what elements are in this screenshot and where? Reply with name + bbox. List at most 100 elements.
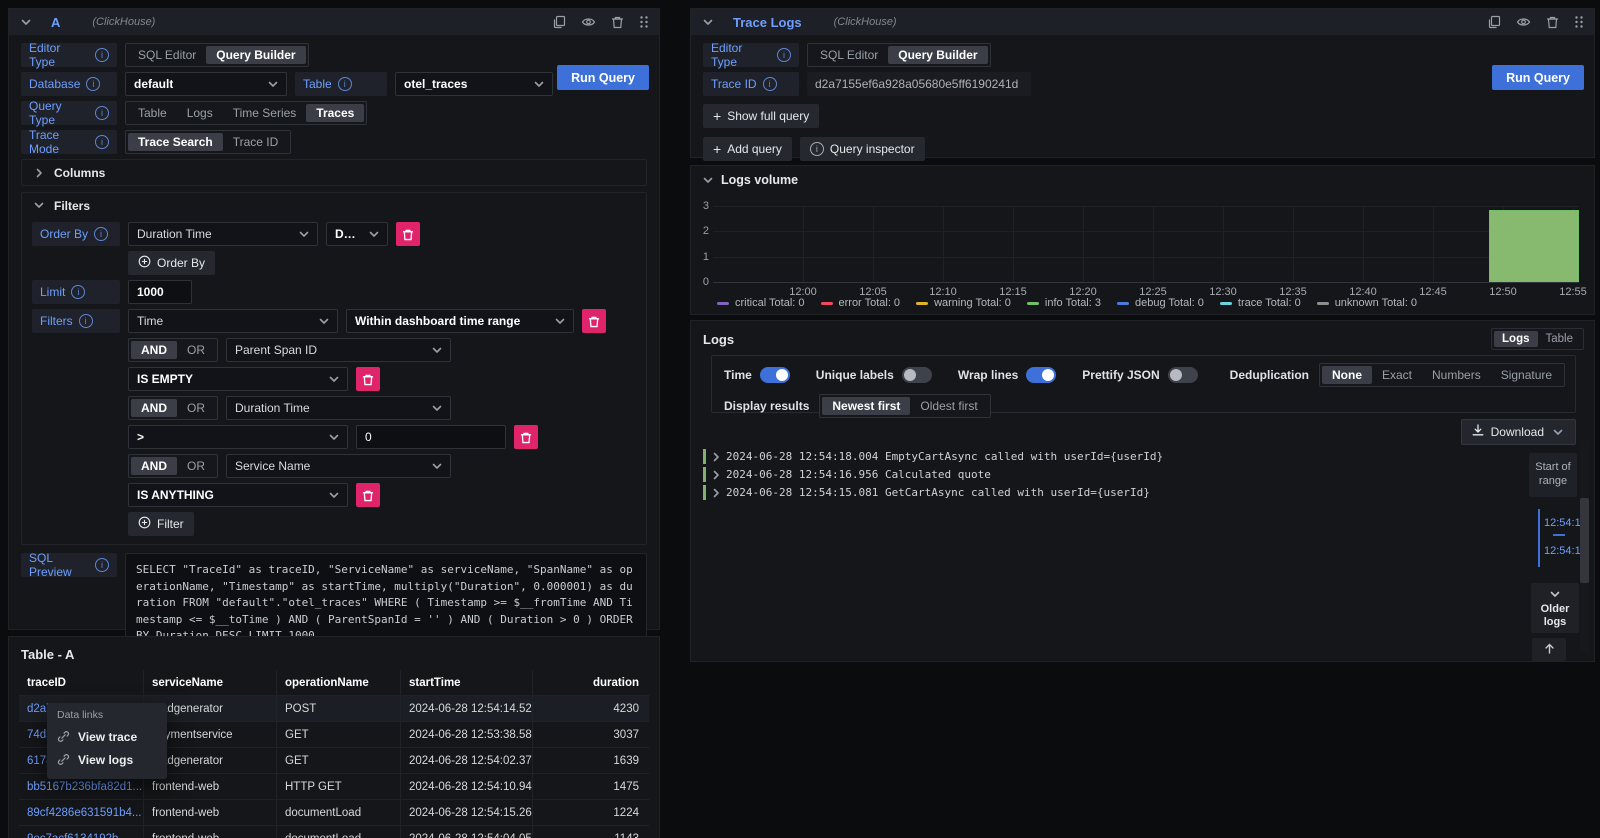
add-filter-button[interactable]: Filter <box>128 512 194 536</box>
option-query-builder[interactable]: Query Builder <box>888 46 987 64</box>
info-icon[interactable]: i <box>95 106 109 120</box>
option-table[interactable]: Table <box>128 104 177 122</box>
database-select[interactable]: default <box>125 72 287 96</box>
order-by-direction-select[interactable]: DESC <box>326 222 388 246</box>
remove-condition-button[interactable] <box>356 367 380 391</box>
option-oldest-first[interactable]: Oldest first <box>910 397 987 415</box>
remove-condition-button[interactable] <box>356 483 380 507</box>
toggle-switch[interactable] <box>902 367 932 383</box>
expand-log-icon[interactable] <box>713 470 720 480</box>
drag-handle-icon[interactable] <box>639 15 649 29</box>
dedup-exact[interactable]: Exact <box>1372 366 1422 384</box>
trace-id-link[interactable]: 89cf4286e631591b4... <box>19 800 144 825</box>
option-or[interactable]: OR <box>177 341 215 359</box>
option-traces[interactable]: Traces <box>306 104 364 122</box>
remove-condition-button[interactable] <box>514 425 538 449</box>
option-time-series[interactable]: Time Series <box>223 104 307 122</box>
info-icon[interactable]: i <box>94 227 108 241</box>
tab-logs[interactable]: Logs <box>1494 331 1537 347</box>
option-newest-first[interactable]: Newest first <box>822 397 910 415</box>
legend-item-error[interactable]: error Total: 0 <box>821 297 901 309</box>
filters-section-header[interactable]: Filters <box>22 193 646 218</box>
dedup-signature[interactable]: Signature <box>1491 366 1562 384</box>
toggle-switch[interactable] <box>1168 367 1198 383</box>
tab-table[interactable]: Table <box>1538 331 1582 347</box>
download-button[interactable]: Download <box>1461 419 1576 445</box>
filter-field-select[interactable]: Time <box>128 309 338 333</box>
info-icon[interactable]: i <box>777 48 791 62</box>
legend-item-unknown[interactable]: unknown Total: 0 <box>1317 297 1417 309</box>
log-line[interactable]: 2024-06-28 12:54:15.081 GetCartAsync cal… <box>703 485 1479 500</box>
log-line[interactable]: 2024-06-28 12:54:18.004 EmptyCartAsync c… <box>703 449 1479 464</box>
show-full-query-button[interactable]: + Show full query <box>703 104 819 128</box>
trace-id-value[interactable]: d2a7155ef6a928a05680e5ff6190241d <box>807 72 1031 96</box>
option-sql-editor[interactable]: SQL Editor <box>128 46 206 64</box>
hide-query-icon[interactable] <box>581 16 596 28</box>
column-header-serviceName[interactable]: serviceName <box>144 670 277 695</box>
run-query-button[interactable]: Run Query <box>557 65 649 90</box>
toggle-switch[interactable] <box>1026 367 1056 383</box>
column-header-traceID[interactable]: traceID <box>19 670 144 695</box>
delete-query-icon[interactable] <box>611 15 624 29</box>
info-icon[interactable]: i <box>86 77 100 91</box>
remove-filter-button[interactable] <box>582 309 606 333</box>
log-volume-bar-info[interactable] <box>1489 210 1579 282</box>
option-logs[interactable]: Logs <box>177 104 223 122</box>
info-icon[interactable]: i <box>95 48 109 62</box>
option-and[interactable]: AND <box>131 399 177 417</box>
expand-log-icon[interactable] <box>713 488 720 498</box>
condition-field-select[interactable]: Duration Time <box>226 396 451 420</box>
delete-query-icon[interactable] <box>1546 15 1559 29</box>
legend-item-warning[interactable]: warning Total: 0 <box>916 297 1011 309</box>
info-icon[interactable]: i <box>763 77 777 91</box>
info-icon[interactable]: i <box>338 77 352 91</box>
toggle-switch[interactable] <box>760 367 790 383</box>
condition-operator-select[interactable]: IS ANYTHING <box>128 483 348 507</box>
expand-log-icon[interactable] <box>713 452 720 462</box>
logs-scrollbar-thumb[interactable] <box>1580 498 1589 583</box>
column-header-operationName[interactable]: operationName <box>277 670 401 695</box>
condition-field-select[interactable]: Parent Span ID <box>226 338 451 362</box>
condition-operator-select[interactable]: IS EMPTY <box>128 367 348 391</box>
collapse-query-icon[interactable] <box>19 15 33 29</box>
view-trace-link[interactable]: View trace <box>57 725 157 748</box>
option-sql-editor[interactable]: SQL Editor <box>810 46 888 64</box>
column-header-duration[interactable]: duration <box>533 670 649 695</box>
legend-item-critical[interactable]: critical Total: 0 <box>717 297 805 309</box>
filter-operator-select[interactable]: Within dashboard time range <box>346 309 574 333</box>
remove-order-by-button[interactable] <box>396 222 420 246</box>
condition-operator-select[interactable]: > <box>128 425 348 449</box>
add-query-button[interactable]: + Add query <box>703 137 792 161</box>
duplicate-query-icon[interactable] <box>1487 15 1501 29</box>
add-order-by-button[interactable]: Order By <box>128 251 215 275</box>
legend-item-trace[interactable]: trace Total: 0 <box>1220 297 1301 309</box>
legend-item-info[interactable]: info Total: 3 <box>1027 297 1101 309</box>
condition-value-input[interactable]: 0 <box>356 425 506 449</box>
query-inspector-button[interactable]: i Query inspector <box>800 137 925 161</box>
scroll-to-top-button[interactable] <box>1532 638 1566 661</box>
trace-id-link[interactable]: 9ec7acf6134192b... <box>19 826 144 838</box>
limit-input[interactable]: 1000 <box>128 280 192 304</box>
option-or[interactable]: OR <box>177 457 215 475</box>
hide-query-icon[interactable] <box>1516 16 1531 28</box>
table-select[interactable]: otel_traces <box>395 72 553 96</box>
info-icon[interactable]: i <box>95 558 109 572</box>
legend-item-debug[interactable]: debug Total: 0 <box>1117 297 1204 309</box>
option-query-builder[interactable]: Query Builder <box>206 46 305 64</box>
run-query-button[interactable]: Run Query <box>1492 65 1584 90</box>
info-icon[interactable]: i <box>79 314 93 328</box>
option-trace-search[interactable]: Trace Search <box>128 133 223 151</box>
dedup-none[interactable]: None <box>1322 366 1372 384</box>
info-icon[interactable]: i <box>71 285 85 299</box>
duplicate-query-icon[interactable] <box>552 15 566 29</box>
option-and[interactable]: AND <box>131 457 177 475</box>
older-logs-button[interactable]: Older logs <box>1531 583 1579 633</box>
condition-field-select[interactable]: Service Name <box>226 454 451 478</box>
drag-handle-icon[interactable] <box>1574 15 1584 29</box>
columns-section-header[interactable]: Columns <box>22 160 646 185</box>
view-logs-link[interactable]: View logs <box>57 748 157 771</box>
collapse-query-icon[interactable] <box>701 15 715 29</box>
log-line[interactable]: 2024-06-28 12:54:16.956 Calculated quote <box>703 467 1479 482</box>
order-by-field-select[interactable]: Duration Time <box>128 222 318 246</box>
option-and[interactable]: AND <box>131 341 177 359</box>
